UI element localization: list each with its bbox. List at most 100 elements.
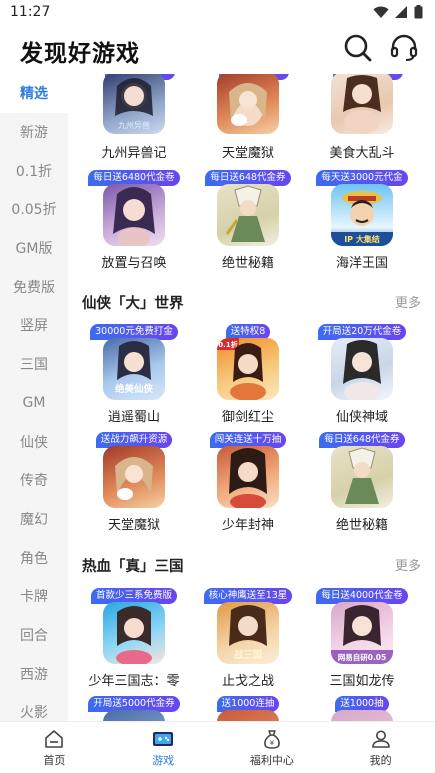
game-name: 仙侠神域 [335, 410, 388, 425]
sidebar-item-three-kingdoms[interactable]: 三国 [0, 345, 68, 384]
game-name: 逍遥蜀山 [107, 410, 160, 425]
svg-text:网易自研0.05: 网易自研0.05 [338, 652, 387, 662]
game-card-jueshi-miji[interactable]: 每日送648代金券 绝世秘籍 [196, 170, 296, 271]
sidebar-item-jingxuan[interactable]: 精选 [0, 74, 68, 113]
game-icon [103, 710, 165, 721]
bottom-nav: 首页 游戏 ¥ 福利中心 我的 [0, 721, 435, 773]
game-card-zhige-zhizhan[interactable]: 核心神鹰送至13星 战三国 止戈之战 [196, 588, 296, 689]
game-card-yujian-hongchen[interactable]: 送特权8 0.1折 御剑红尘 [196, 324, 296, 425]
game-card-jueshi-miji-2[interactable]: 每日送648代金券 绝世秘籍 [310, 432, 410, 533]
game-icon [103, 184, 165, 246]
game-icon [103, 446, 165, 508]
game-card-sanguo-rulong[interactable]: 每日送4000代金卷 网易自研0.05 三国如龙传 [310, 588, 410, 689]
sidebar-item-naruto[interactable]: 火影 [0, 693, 68, 721]
game-icon [217, 184, 279, 246]
svg-text:战三国: 战三国 [234, 649, 263, 661]
user-icon [371, 730, 390, 748]
game-card-shaonian-fengshen[interactable]: 闯关连送十万抽 少年封神 [196, 432, 296, 533]
sidebar-item-gm-version[interactable]: GM版 [0, 229, 68, 268]
game-list: 九州异兽 九州异兽记 天堂魔狱 美食大乱斗 每日送6480代金卷 放置与召唤 每… [68, 74, 435, 721]
game-card-meishi-daluandou[interactable]: 美食大乱斗 [310, 74, 410, 174]
category-sidebar: 精选 新游 0.1折 0.05折 GM版 免费版 竖屏 三国 GM 仙侠 传奇 … [0, 74, 68, 721]
sidebar-item-card[interactable]: 卡牌 [0, 577, 68, 616]
sidebar-item-legend[interactable]: 传奇 [0, 461, 68, 500]
game-card-tiantang-moyu-2[interactable]: 送战力飙升资源 天堂魔狱 [82, 432, 182, 533]
game-icon: 战三国 [217, 602, 279, 664]
game-name: 天堂魔狱 [107, 518, 160, 533]
nav-profile-label: 我的 [369, 753, 392, 767]
game-card-partial[interactable]: 送1000连抽 [196, 696, 296, 721]
game-card-partial[interactable]: 送1000抽 [310, 696, 410, 721]
game-icon: 绝美仙侠 [103, 338, 165, 400]
sidebar-item-portrait[interactable]: 竖屏 [0, 306, 68, 345]
game-icon: IP 大集结 [331, 184, 393, 246]
game-name: 天堂魔狱 [221, 146, 274, 161]
nav-welfare-label: 福利中心 [249, 753, 294, 767]
game-card-fangzhi-zhaohuan[interactable]: 每日送6480代金卷 放置与召唤 [82, 170, 182, 271]
sidebar-item-free-version[interactable]: 免费版 [0, 267, 68, 306]
game-card-shaonian-sanguozhi[interactable]: 首款少三系免费版 少年三国志：零 [82, 588, 182, 689]
game-icon: 0.1折 [217, 338, 279, 400]
nav-home-label: 首页 [43, 753, 66, 767]
nav-games-label: 游戏 [152, 753, 175, 767]
game-card-xiaoyao-shushan[interactable]: 30000元免费打金 绝美仙侠 逍遥蜀山 [82, 324, 182, 425]
game-name: 海洋王国 [335, 256, 388, 271]
sidebar-item-gm[interactable]: GM [0, 384, 68, 423]
game-card-partial[interactable]: 开局送5000代金券 [82, 696, 182, 721]
game-name: 少年三国志：零 [88, 674, 180, 689]
sidebar-item-0-1-discount[interactable]: 0.1折 [0, 151, 68, 190]
sidebar-item-xinyou[interactable]: 新游 [0, 113, 68, 152]
game-name: 御剑红尘 [221, 410, 274, 425]
search-button[interactable] [342, 32, 374, 64]
signal-icon [395, 5, 407, 18]
game-name: 三国如龙传 [329, 674, 395, 689]
section-title-three-kingdoms: 热血「真」三国 [82, 559, 184, 575]
customer-service-button[interactable] [388, 32, 420, 64]
sidebar-item-journey-west[interactable]: 西游 [0, 654, 68, 693]
sidebar-item-0-05-discount[interactable]: 0.05折 [0, 190, 68, 229]
game-name: 放置与召唤 [101, 256, 167, 271]
page-title: 发现好游戏 [20, 41, 140, 67]
game-icon [103, 602, 165, 664]
nav-home[interactable]: 首页 [0, 722, 109, 773]
app-header: 发现好游戏 [0, 24, 435, 74]
section-more-xianxia[interactable]: 更多 [395, 292, 421, 311]
status-bar: 11:27 [0, 0, 435, 24]
game-card-xianxia-shenyu[interactable]: 开局送20万代金卷 仙侠神域 [310, 324, 410, 425]
sidebar-item-fantasy[interactable]: 魔幻 [0, 500, 68, 539]
game-card-haiyang-wangguo[interactable]: 每天送3000元代金 IP 大集结 海洋王国 [310, 170, 410, 271]
game-name: 美食大乱斗 [329, 146, 395, 161]
game-icon [331, 446, 393, 508]
search-icon [344, 34, 372, 62]
section-title-xianxia: 仙侠「大」世界 [82, 296, 184, 312]
headset-icon [390, 34, 418, 61]
game-name: 绝世秘籍 [335, 518, 388, 533]
status-time: 11:27 [10, 4, 51, 20]
section-more-three-kingdoms[interactable]: 更多 [395, 555, 421, 574]
game-icon [331, 74, 393, 134]
sidebar-item-rpg[interactable]: 角色 [0, 538, 68, 577]
game-name: 九州异兽记 [101, 146, 167, 161]
game-name: 少年封神 [221, 518, 274, 533]
game-icon [217, 710, 279, 721]
game-icon: 网易自研0.05 [331, 602, 393, 664]
sidebar-item-turn-based[interactable]: 回合 [0, 616, 68, 655]
money-bag-icon: ¥ [263, 729, 280, 749]
gamepad-icon [153, 731, 174, 746]
game-card-jiuzhou[interactable]: 九州异兽 九州异兽记 [82, 74, 182, 174]
sidebar-item-xianxia[interactable]: 仙侠 [0, 422, 68, 461]
svg-text:¥: ¥ [270, 739, 275, 747]
wifi-icon [373, 6, 389, 18]
nav-welfare[interactable]: ¥ 福利中心 [218, 722, 327, 773]
game-name: 绝世秘籍 [221, 256, 274, 271]
svg-text:九州异兽: 九州异兽 [118, 120, 150, 130]
game-icon: 九州异兽 [103, 74, 165, 134]
game-icon [331, 710, 393, 721]
nav-profile[interactable]: 我的 [326, 722, 435, 773]
game-card-tiantang-moyu[interactable]: 天堂魔狱 [196, 74, 296, 174]
game-icon [217, 446, 279, 508]
battery-icon [414, 5, 423, 19]
svg-text:绝美仙侠: 绝美仙侠 [115, 383, 154, 395]
nav-games[interactable]: 游戏 [109, 722, 218, 773]
svg-text:0.1折: 0.1折 [218, 340, 237, 349]
